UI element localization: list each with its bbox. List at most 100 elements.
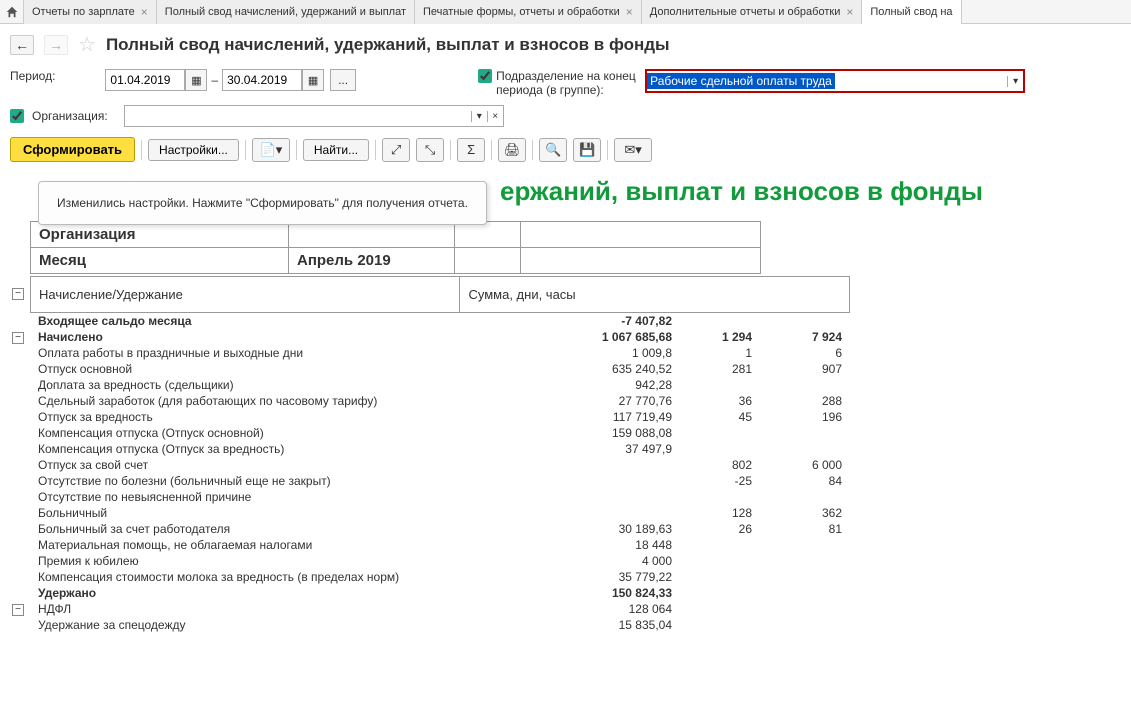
tab-4[interactable]: Полный свод на <box>862 0 961 24</box>
find-button[interactable]: Найти... <box>303 139 369 161</box>
row-days: 26 <box>680 521 760 537</box>
row-days <box>680 617 760 633</box>
favorite-star-icon[interactable]: ☆ <box>78 32 96 57</box>
table-row: Компенсация стоимости молока за вредност… <box>30 569 850 585</box>
row-label: Оплата работы в праздничные и выходные д… <box>30 345 460 361</box>
row-label: Начислено <box>30 329 460 345</box>
row-hours <box>760 441 850 457</box>
row-sum: 635 240,52 <box>460 361 680 377</box>
dept-checkbox[interactable] <box>478 69 492 83</box>
month-cell-label: Месяц <box>31 248 289 274</box>
org-cell-label: Организация <box>31 222 289 248</box>
table-row: Удержание за спецодежду15 835,04 <box>30 617 850 633</box>
row-label: Отпуск за свой счет <box>30 457 460 473</box>
row-days: 36 <box>680 393 760 409</box>
table-row: Доплата за вредность (сдельщики)942,28 <box>30 377 850 393</box>
row-days <box>680 377 760 393</box>
info-table: Организация МесяцАпрель 2019 <box>30 221 761 274</box>
row-days: 281 <box>680 361 760 377</box>
nav-forward-button[interactable]: → <box>44 35 68 55</box>
close-icon[interactable]: × <box>141 5 148 19</box>
row-sum: 37 497,9 <box>460 441 680 457</box>
tab-0[interactable]: Отчеты по зарплате× <box>24 0 157 24</box>
table-row: Премия к юбилею4 000 <box>30 553 850 569</box>
row-hours <box>760 425 850 441</box>
row-days <box>680 553 760 569</box>
row-sum: 150 824,33 <box>460 585 680 601</box>
row-label: Отсутствие по невыясненной причине <box>30 489 460 505</box>
preview-icon[interactable]: 🔍 <box>539 138 567 162</box>
org-select[interactable]: ▾ × <box>124 105 504 127</box>
row-label: Больничный <box>30 505 460 521</box>
period-more-button[interactable]: ... <box>330 69 356 91</box>
row-hours <box>760 313 850 329</box>
table-row: Оплата работы в праздничные и выходные д… <box>30 345 850 361</box>
row-days <box>680 585 760 601</box>
nav-back-button[interactable]: ← <box>10 35 34 55</box>
date-to-input[interactable] <box>222 69 302 91</box>
calendar-icon[interactable]: ▦ <box>302 69 324 91</box>
close-icon[interactable]: × <box>846 5 853 19</box>
row-label: Сдельный заработок (для работающих по ча… <box>30 393 460 409</box>
row-days <box>680 425 760 441</box>
report-header-table: Начисление/Удержание Сумма, дни, часы <box>30 276 850 313</box>
home-button[interactable] <box>0 0 24 24</box>
row-sum <box>460 489 680 505</box>
row-hours: 288 <box>760 393 850 409</box>
row-sum: 1 009,8 <box>460 345 680 361</box>
tab-2[interactable]: Печатные формы, отчеты и обработки× <box>415 0 642 24</box>
collapse-toggle[interactable]: − <box>12 604 24 616</box>
table-row: Начислено1 067 685,681 2947 924 <box>30 329 850 345</box>
col-header-2: Сумма, дни, часы <box>460 277 850 313</box>
row-hours: 196 <box>760 409 850 425</box>
form-button[interactable]: Сформировать <box>10 137 135 162</box>
row-sum: 18 448 <box>460 537 680 553</box>
row-hours <box>760 585 850 601</box>
row-hours <box>760 569 850 585</box>
table-row: Сдельный заработок (для работающих по ча… <box>30 393 850 409</box>
row-hours <box>760 377 850 393</box>
copy-menu-button[interactable]: 📄▾ <box>252 138 290 162</box>
row-hours: 7 924 <box>760 329 850 345</box>
report-data: Входящее сальдо месяца-7 407,82Начислено… <box>30 313 1121 633</box>
row-label: Отпуск основной <box>30 361 460 377</box>
collapse-icon[interactable]: ⤡ <box>416 138 444 162</box>
org-checkbox[interactable] <box>10 109 24 123</box>
row-sum: 27 770,76 <box>460 393 680 409</box>
table-row: Материальная помощь, не облагаемая налог… <box>30 537 850 553</box>
row-label: Компенсация отпуска (Отпуск основной) <box>30 425 460 441</box>
close-icon[interactable]: × <box>626 5 633 19</box>
chevron-down-icon[interactable]: ▾ <box>1007 76 1023 87</box>
tab-1[interactable]: Полный свод начислений, удержаний и выпл… <box>157 0 415 24</box>
row-sum <box>460 457 680 473</box>
row-label: Удержано <box>30 585 460 601</box>
org-row: Организация: ▾ × <box>0 101 1131 131</box>
table-row: Больничный128362 <box>30 505 850 521</box>
table-row: Компенсация отпуска (Отпуск основной)159… <box>30 425 850 441</box>
filter-row: Период: ▦ – ▦ ... Подразделение на конец… <box>0 65 1131 101</box>
table-row: Компенсация отпуска (Отпуск за вредность… <box>30 441 850 457</box>
tab-3[interactable]: Дополнительные отчеты и обработки× <box>642 0 863 24</box>
clear-icon[interactable]: × <box>487 111 503 122</box>
dept-value: Рабочие сдельной оплаты труда <box>647 73 835 89</box>
report-area: Изменились настройки. Нажмите "Сформиров… <box>0 176 1131 643</box>
tab-bar: Отчеты по зарплате× Полный свод начислен… <box>0 0 1131 24</box>
date-from-input[interactable] <box>105 69 185 91</box>
collapse-toggle[interactable]: − <box>12 288 24 300</box>
tab-label: Полный свод начислений, удержаний и выпл… <box>165 6 406 18</box>
dept-select[interactable]: Рабочие сдельной оплаты труда ▾ <box>645 69 1025 93</box>
chevron-down-icon[interactable]: ▾ <box>471 111 487 122</box>
mail-menu-button[interactable]: ✉▾ <box>614 138 652 162</box>
sum-icon[interactable]: Σ <box>457 138 485 162</box>
calendar-icon[interactable]: ▦ <box>185 69 207 91</box>
save-icon[interactable]: 💾 <box>573 138 601 162</box>
row-sum: -7 407,82 <box>460 313 680 329</box>
settings-button[interactable]: Настройки... <box>148 139 239 161</box>
month-cell-value: Апрель 2019 <box>289 248 455 274</box>
expand-icon[interactable]: ⤢ <box>382 138 410 162</box>
print-icon[interactable]: 🖨 <box>498 138 526 162</box>
row-sum: 35 779,22 <box>460 569 680 585</box>
collapse-toggle[interactable]: − <box>12 332 24 344</box>
org-label: Организация: <box>32 109 108 123</box>
header-row: ← → ☆ Полный свод начислений, удержаний,… <box>0 24 1131 65</box>
